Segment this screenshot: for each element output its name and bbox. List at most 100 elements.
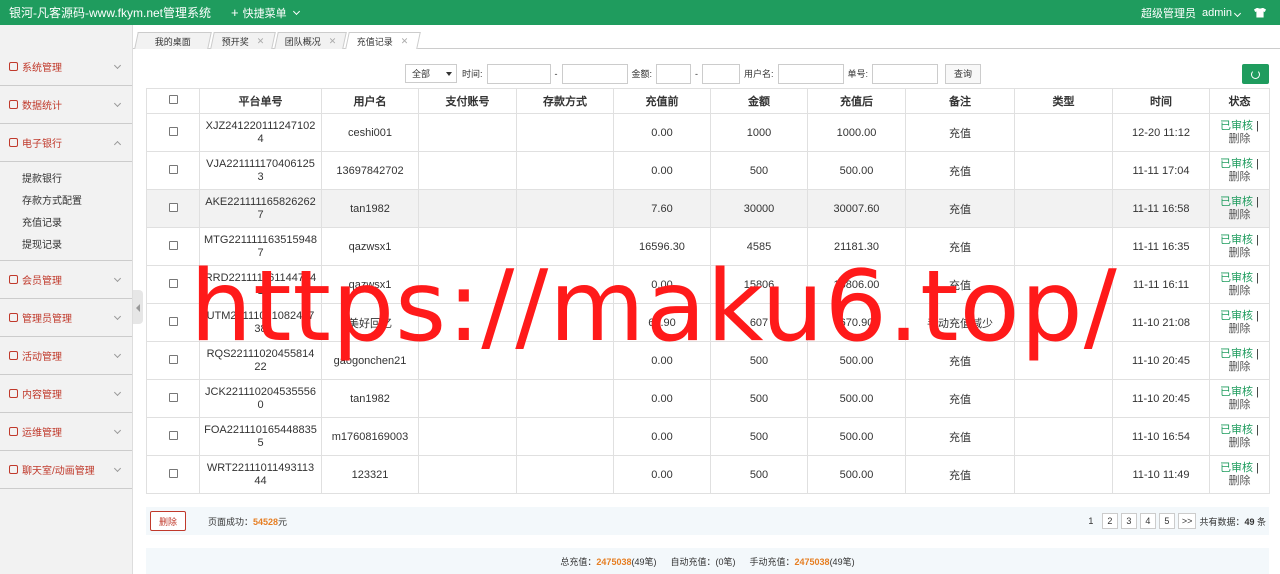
- quick-menu-button[interactable]: + 快捷菜单: [231, 5, 300, 21]
- row-delete-link[interactable]: 删除: [1229, 285, 1251, 297]
- row-checkbox[interactable]: [168, 354, 178, 364]
- sidebar-item-chatroom[interactable]: 聊天室/动画管理: [0, 451, 132, 489]
- status-approved-link[interactable]: 已审核: [1220, 310, 1253, 322]
- row-delete-link[interactable]: 删除: [1229, 209, 1251, 221]
- row-delete-link[interactable]: 删除: [1229, 437, 1251, 449]
- page-2[interactable]: 2: [1101, 513, 1118, 529]
- column-header: 用户名: [321, 88, 419, 114]
- cell-after: 500.00: [807, 341, 906, 380]
- chevron-down-icon: [113, 312, 122, 321]
- next-pages-button[interactable]: >>: [1177, 513, 1197, 529]
- status-approved-link[interactable]: 已审核: [1220, 158, 1253, 170]
- username-input[interactable]: [777, 63, 844, 84]
- tab-prelottery[interactable]: 预开奖 ✕: [210, 32, 276, 49]
- row-delete-link[interactable]: 删除: [1229, 171, 1251, 183]
- cell-time: 11-10 20:45: [1112, 341, 1210, 380]
- table-row: UTM2211102108241738 美好回忆 63.90 607 670.90 手动充…: [146, 303, 1270, 342]
- time-end-input[interactable]: [561, 63, 628, 84]
- tab-recharge-records[interactable]: 充值记录 ✕: [345, 32, 421, 49]
- refresh-button[interactable]: [1242, 64, 1269, 84]
- status-approved-link[interactable]: 已审核: [1220, 120, 1253, 132]
- cell-after: 1000.00: [807, 113, 906, 152]
- row-checkbox[interactable]: [168, 240, 178, 250]
- cell-method: [516, 265, 614, 304]
- cell-amount: 500: [710, 151, 808, 190]
- close-icon[interactable]: ✕: [257, 36, 265, 47]
- row-checkbox[interactable]: [168, 164, 178, 174]
- tab-desktop[interactable]: 我的桌面: [134, 32, 212, 49]
- page-4[interactable]: 4: [1139, 513, 1156, 529]
- row-delete-link[interactable]: 删除: [1229, 133, 1251, 145]
- sidebar-subitem-recharge-records[interactable]: 充值记录: [0, 210, 132, 232]
- sidebar-item-activities[interactable]: 活动管理: [0, 337, 132, 375]
- page-5[interactable]: 5: [1158, 513, 1175, 529]
- row-checkbox[interactable]: [168, 316, 178, 326]
- status-approved-link[interactable]: 已审核: [1220, 424, 1253, 436]
- row-delete-link[interactable]: 删除: [1229, 475, 1251, 487]
- shirt-icon[interactable]: [1254, 7, 1266, 18]
- row-checkbox[interactable]: [168, 468, 178, 478]
- amount-max-input[interactable]: [702, 63, 741, 84]
- sidebar-subitem-withdraw-records[interactable]: 提现记录: [0, 232, 132, 254]
- status-approved-link[interactable]: 已审核: [1220, 234, 1253, 246]
- status-approved-link[interactable]: 已审核: [1220, 386, 1253, 398]
- page-3[interactable]: 3: [1120, 513, 1137, 529]
- cell-type: [1014, 265, 1113, 304]
- close-icon[interactable]: ✕: [401, 36, 409, 47]
- page-1[interactable]: 1: [1083, 513, 1099, 529]
- cell-type: [1014, 227, 1113, 266]
- status-select[interactable]: 全部: [405, 64, 457, 83]
- status-approved-link[interactable]: 已审核: [1220, 348, 1253, 360]
- chevron-down-icon: [1233, 9, 1242, 17]
- total-value: 49: [1244, 516, 1255, 527]
- table-row: MTG2211111635159487 qazwsx1 16596.30 4585 21…: [146, 227, 1270, 266]
- cell-order: JCK2211102045355560: [199, 379, 322, 418]
- cell-status: 已审核 | 删除: [1209, 379, 1270, 418]
- row-checkbox[interactable]: [168, 392, 178, 402]
- sidebar-item-members[interactable]: 会员管理: [0, 261, 132, 299]
- sidebar-item-admins[interactable]: 管理员管理: [0, 299, 132, 337]
- row-delete-link[interactable]: 删除: [1229, 323, 1251, 335]
- cell-order: UTM2211102108241738: [199, 303, 322, 342]
- delete-selected-button[interactable]: 删除: [150, 511, 186, 531]
- cell-amount: 607: [710, 303, 808, 342]
- status-approved-link[interactable]: 已审核: [1220, 196, 1253, 208]
- query-button[interactable]: 查询: [945, 63, 982, 84]
- cell-account: [418, 151, 517, 190]
- select-all-cell: [146, 88, 200, 114]
- amount-min-input[interactable]: [656, 63, 692, 84]
- row-delete-link[interactable]: 删除: [1229, 399, 1251, 411]
- sidebar-item-stats[interactable]: 数据统计: [0, 86, 132, 124]
- calendar-icon: [9, 351, 18, 360]
- cell-status: 已审核 | 删除: [1209, 417, 1270, 456]
- cell-order: WRT2211101149311344: [199, 455, 322, 494]
- sidebar-subitem-withdraw-bank[interactable]: 提款银行: [0, 166, 132, 188]
- column-header: 备注: [905, 88, 1015, 114]
- cell-type: [1014, 341, 1113, 380]
- sidebar-item-ebank[interactable]: 电子银行: [0, 124, 132, 162]
- time-start-input[interactable]: [486, 63, 551, 84]
- sidebar-item-label: 管理员管理: [22, 314, 72, 325]
- row-checkbox[interactable]: [168, 430, 178, 440]
- sidebar-collapse-handle[interactable]: [133, 290, 143, 324]
- tab-team-overview[interactable]: 团队概况 ✕: [274, 32, 347, 49]
- sidebar-item-system[interactable]: 系统管理: [0, 48, 132, 86]
- row-checkbox[interactable]: [168, 126, 178, 136]
- close-icon[interactable]: ✕: [329, 36, 337, 47]
- tab-bar: 我的桌面 预开奖 ✕ 团队概况 ✕ 充值记录 ✕: [133, 30, 1280, 49]
- row-delete-link[interactable]: 删除: [1229, 247, 1251, 259]
- row-delete-link[interactable]: 删除: [1229, 361, 1251, 373]
- status-approved-link[interactable]: 已审核: [1220, 462, 1253, 474]
- cell-before: 0.00: [613, 151, 711, 190]
- user-menu[interactable]: admin: [1202, 7, 1242, 19]
- sidebar-item-ops[interactable]: 运维管理: [0, 413, 132, 451]
- sidebar-item-content[interactable]: 内容管理: [0, 375, 132, 413]
- order-input[interactable]: [872, 63, 939, 84]
- row-checkbox[interactable]: [168, 278, 178, 288]
- row-checkbox[interactable]: [168, 202, 178, 212]
- cell-before: 0.00: [613, 379, 711, 418]
- column-header: 存款方式: [516, 88, 614, 114]
- status-approved-link[interactable]: 已审核: [1220, 272, 1253, 284]
- sidebar-subitem-deposit-config[interactable]: 存款方式配置: [0, 188, 132, 210]
- select-all-checkbox[interactable]: [168, 95, 178, 104]
